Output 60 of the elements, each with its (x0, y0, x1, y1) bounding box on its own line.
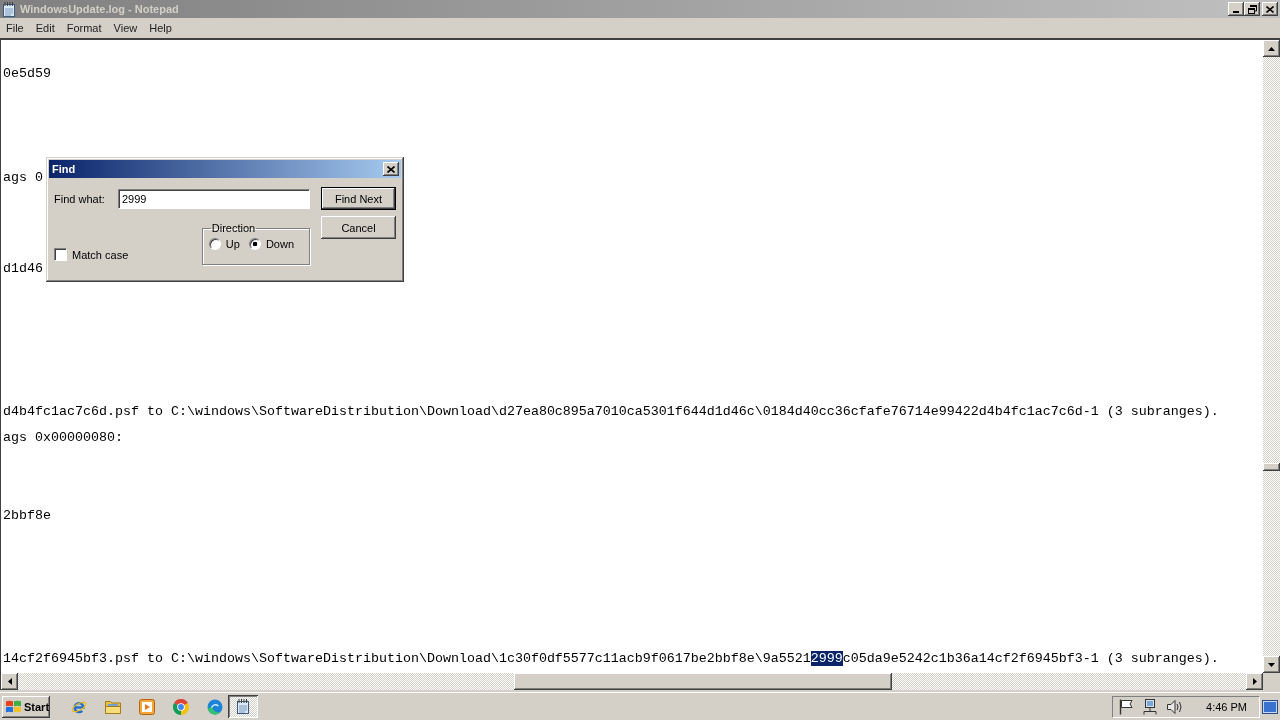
round-browser-icon[interactable] (173, 698, 189, 715)
right-arrow-icon (1252, 678, 1257, 685)
selected-text: 2999 (810, 651, 843, 666)
window-title: WindowsUpdate.log - Notepad (20, 3, 179, 15)
clock: 4:46 PM (1206, 700, 1247, 713)
log-text: ags 0 (3, 170, 43, 185)
dialog-button[interactable]: Find Next (321, 187, 396, 210)
log-text: 2bbf8e (3, 508, 51, 523)
close-button[interactable] (1262, 2, 1278, 16)
start-button[interactable]: Start (2, 695, 50, 718)
folder-icon[interactable] (105, 699, 121, 714)
scroll-right-button[interactable] (1246, 673, 1263, 690)
scroll-left-button[interactable] (1, 673, 18, 690)
log-text: ags 0x00000080: (3, 430, 123, 445)
scroll-down-button[interactable] (1263, 656, 1280, 673)
dialog-button[interactable]: Cancel (321, 216, 396, 239)
menu-item[interactable]: Help (143, 22, 178, 34)
log-text: c05da9e5242c1b36a14cf2f6945bf3-1 (3 subranges). (842, 651, 1219, 666)
notepad-icon (237, 699, 249, 714)
radio-button[interactable] (248, 238, 261, 250)
network-icon[interactable] (1142, 698, 1159, 715)
down-arrow-icon (1268, 662, 1275, 667)
log-text: d1d46 (3, 261, 43, 276)
task-button[interactable] (228, 695, 258, 718)
play-icon[interactable] (139, 698, 155, 715)
scroll-thumb[interactable] (514, 673, 892, 690)
find-what-label: Find what: (54, 193, 106, 205)
left-arrow-icon (7, 678, 12, 685)
restore-button[interactable] (1244, 2, 1260, 16)
log-text: d4b4fc1ac7c6d.psf to C:\windows\SoftwareDistribution\Download\d27ea80c895a7010ca5301f644d1d46c\0184d40cc36cfafe76714e99422d4b4fc1ac7c6d-1 (3 subranges). (3, 404, 1219, 419)
flag-icon[interactable] (1119, 698, 1134, 715)
match-case-checkbox[interactable] (54, 248, 67, 261)
close-button[interactable] (383, 162, 399, 176)
match-case-label: Match case (72, 248, 129, 261)
menu-item[interactable]: Format (60, 22, 108, 34)
log-text: 0e5d59 (3, 66, 51, 81)
close-icon (387, 165, 395, 173)
log-text: 14cf2f6945bf3.psf to C:\windows\SoftwareDistribution\Download\1c30f0df5577c11acb9f0617be2bbf8e\9a5521 (3, 651, 811, 666)
radio-label: Down (265, 238, 294, 250)
minimize-button[interactable] (1228, 2, 1244, 16)
close-icon (1266, 5, 1274, 13)
notepad-icon (3, 1, 15, 17)
find-what-field[interactable]: 2999 (118, 189, 310, 209)
radio-button[interactable] (208, 238, 221, 250)
radio-label: Up (225, 238, 240, 250)
wave-browser-icon[interactable] (207, 698, 223, 715)
flag-logo-icon (6, 700, 21, 713)
dialog-title: Find (52, 163, 76, 175)
menu-item[interactable]: File (0, 22, 30, 34)
start-label: Start (24, 700, 50, 713)
scroll-thumb[interactable] (1263, 462, 1280, 471)
direction-label: Direction (210, 222, 257, 234)
restore-icon (1247, 4, 1257, 14)
menu-item[interactable]: View (107, 22, 144, 34)
menu-item[interactable]: Edit (29, 22, 61, 34)
desktop-icon[interactable] (1262, 699, 1278, 714)
speaker-icon[interactable] (1167, 698, 1184, 715)
scroll-up-button[interactable] (1263, 40, 1280, 57)
minimize-icon (1233, 11, 1239, 13)
up-arrow-icon (1268, 46, 1275, 51)
